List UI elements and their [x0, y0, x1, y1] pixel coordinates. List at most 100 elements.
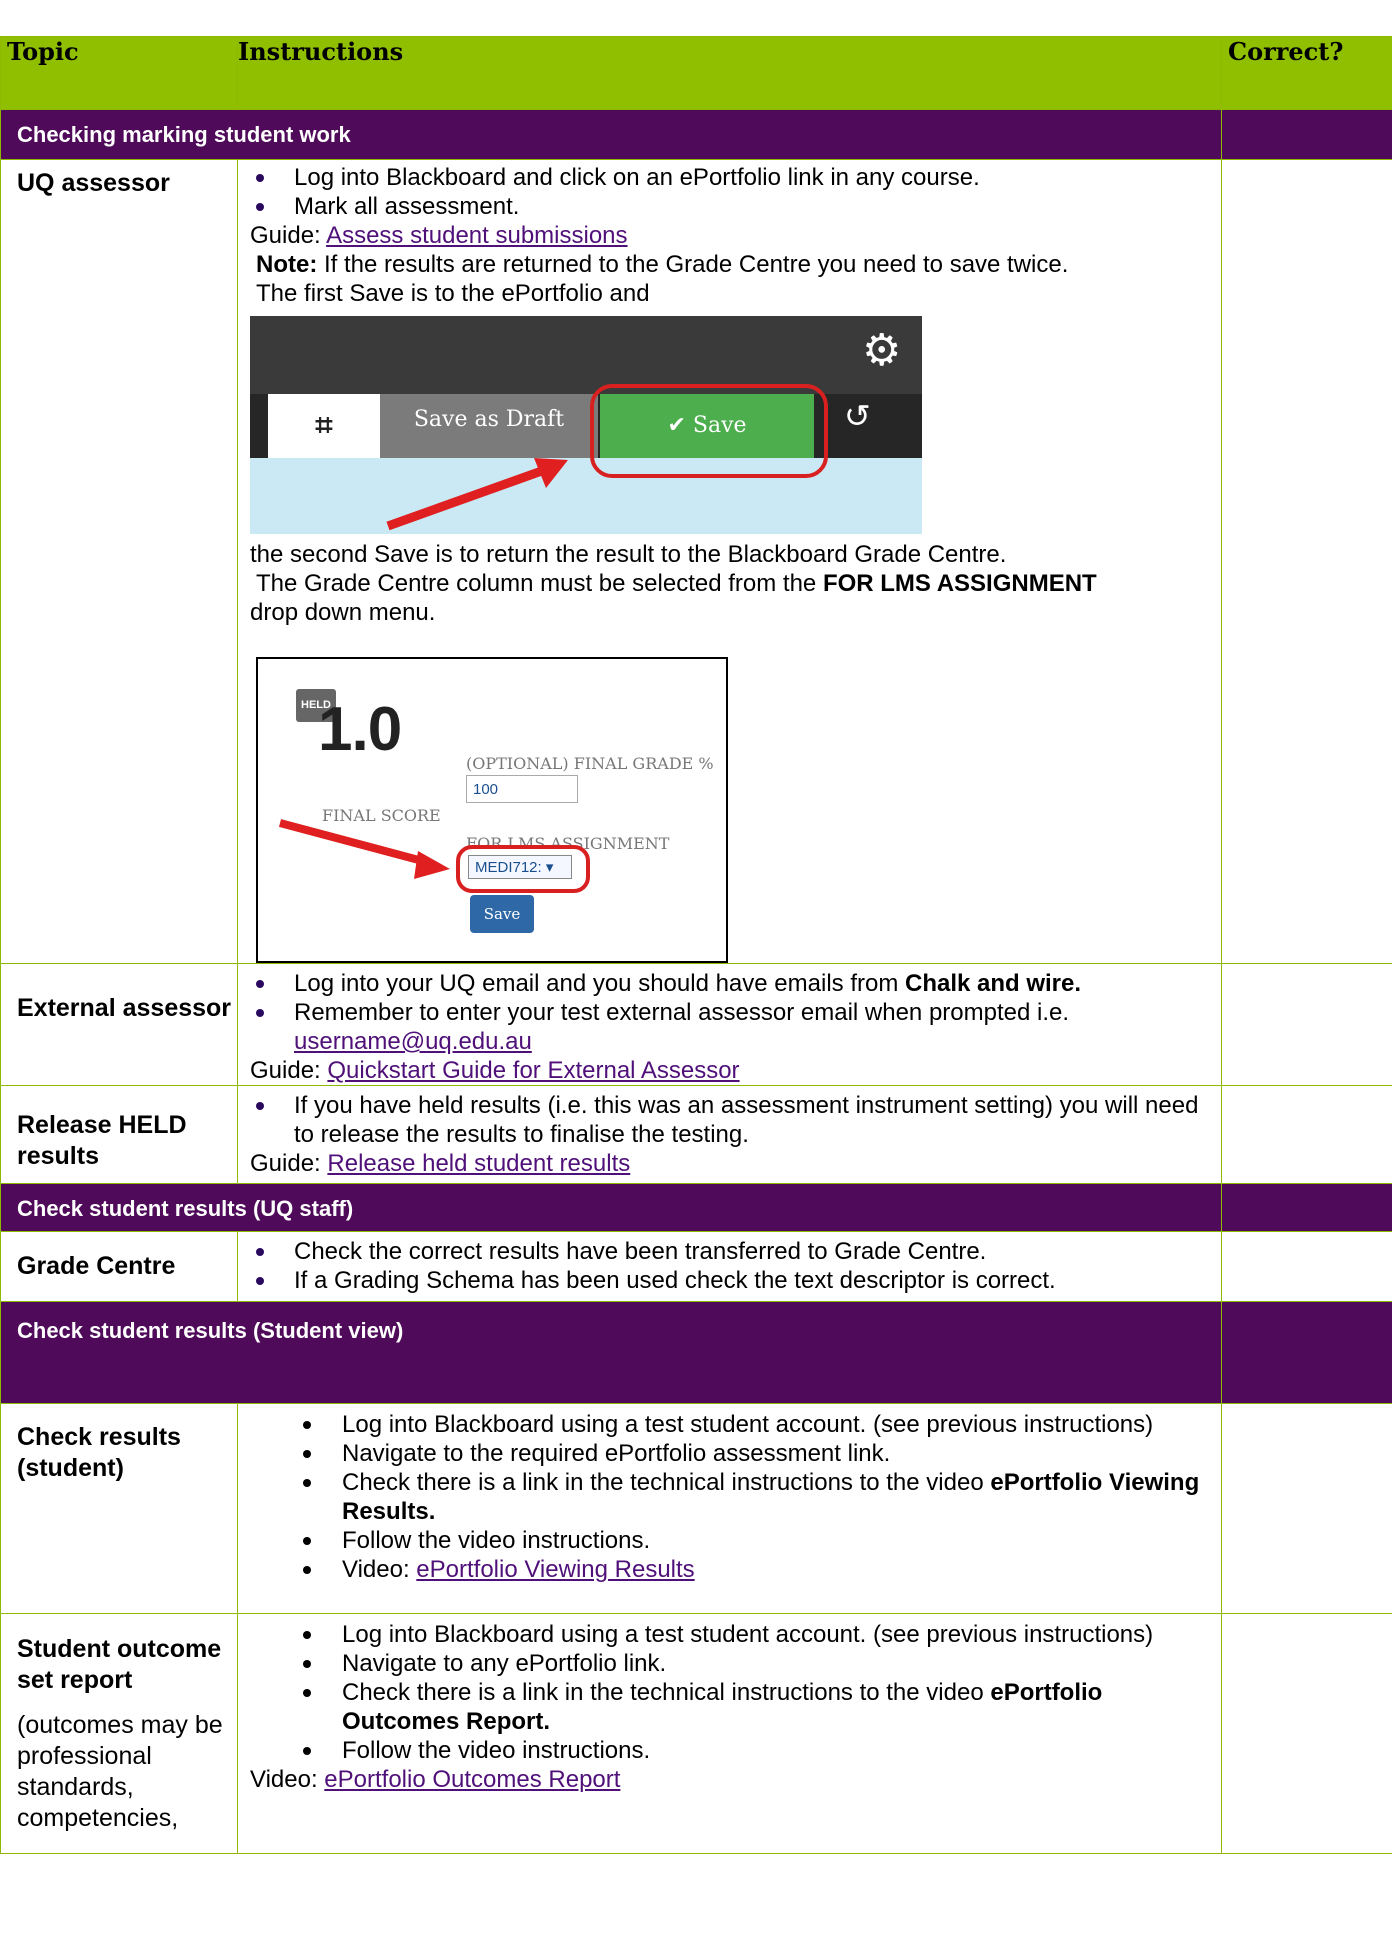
item-bold: Chalk and wire. — [904, 970, 1082, 997]
note-text: If the results are returned to the Grade… — [317, 251, 1069, 278]
instructions-cell: Log into Blackboard using a test student… — [237, 1613, 1222, 1854]
row-uq-assessor: UQ assessor Log into Blackboard and clic… — [0, 159, 1392, 964]
screenshot-save-toolbar: ⚙ ⌗ Save as Draft ✔ Save ↺ — [250, 316, 922, 534]
arrow-annotation — [386, 458, 568, 531]
arrow-annotation-2 — [278, 819, 450, 879]
video-line: Video: ePortfolio Outcomes Report — [250, 1765, 1221, 1794]
section-row-staff: Check student results (UQ staff) — [0, 1183, 1392, 1232]
topic-title: UQ assessor — [17, 169, 170, 197]
row-external-assessor: External assessor Log into your UQ email… — [0, 963, 1392, 1086]
list-item: Follow the video instructions. — [250, 1526, 1221, 1555]
item-text: Check there is a link in the technical i… — [342, 1679, 991, 1706]
correct-cell — [1221, 159, 1392, 964]
instructions-cell: Log into Blackboard and click on an ePor… — [237, 159, 1222, 964]
section-title-cell: Check student results (Student view) — [0, 1301, 1222, 1404]
list-item: Follow the video instructions. — [250, 1736, 1221, 1765]
checklist-table: Topic Instructions Correct? Checking mar… — [0, 36, 1392, 1854]
grade-column-text: The Grade Centre column must be selected… — [250, 569, 1221, 598]
second-save-text: the second Save is to return the result … — [250, 541, 1007, 568]
section-title-cell: Checking marking student work — [0, 109, 1222, 160]
document-page: Topic Instructions Correct? Checking mar… — [0, 0, 1392, 1950]
guide-link[interactable]: Quickstart Guide for External Assessor — [327, 1057, 739, 1084]
list-item: Log into Blackboard using a test student… — [250, 1620, 1221, 1649]
row-outcome-report: Student outcome set report (outcomes may… — [0, 1613, 1392, 1854]
correct-cell — [1221, 1403, 1392, 1614]
header-row: Topic Instructions Correct? — [0, 36, 1392, 110]
list-item: Navigate to the required ePortfolio asse… — [250, 1439, 1221, 1468]
section-title: Check student results (UQ staff) — [17, 1196, 354, 1221]
video-prefix: Video: — [250, 1766, 325, 1793]
grade-column-post: drop down menu. — [250, 599, 436, 626]
item-text: Remember to enter your test external ass… — [294, 999, 1070, 1026]
topic-cell: Release HELD results — [0, 1085, 238, 1184]
screenshot-final-grade: HELD 1.0 FINAL SCORE (OPTIONAL) FINAL GR… — [256, 657, 728, 963]
correct-cell — [1221, 963, 1392, 1086]
item-text: Log into your UQ email and you should ha… — [294, 970, 905, 997]
grade-column-pre: The Grade Centre column must be selected… — [256, 570, 823, 597]
note-line: Note: If the results are returned to the… — [250, 250, 1221, 279]
topic-title: Release HELD results — [17, 1111, 187, 1170]
note-label: Note: — [256, 251, 318, 278]
list-item: Check there is a link in the technical i… — [250, 1468, 1221, 1526]
first-save-text: The first Save is to the ePortfolio and — [256, 280, 650, 307]
list-item: Check the correct results have been tran… — [250, 1237, 1221, 1266]
video-prefix: Video: — [342, 1556, 417, 1583]
header-topic: Topic — [7, 37, 79, 66]
topic-title: Grade Centre — [17, 1252, 176, 1280]
video-link[interactable]: ePortfolio Outcomes Report — [324, 1766, 620, 1793]
instructions-cell: Check the correct results have been tran… — [237, 1231, 1222, 1302]
instructions-cell: If you have held results (i.e. this was … — [237, 1085, 1222, 1184]
topic-note: (outcomes may be professional standards,… — [17, 1711, 223, 1832]
list-item: Check there is a link in the technical i… — [250, 1678, 1221, 1736]
list-item: Video: ePortfolio Viewing Results — [250, 1555, 1221, 1584]
topic-cell: UQ assessor — [0, 159, 238, 964]
correct-cell — [1221, 1231, 1392, 1302]
instructions-cell: Log into Blackboard using a test student… — [237, 1403, 1222, 1614]
list-item: If a Grading Schema has been used check … — [250, 1266, 1221, 1295]
row-release-held: Release HELD results If you have held re… — [0, 1085, 1392, 1184]
video-link[interactable]: ePortfolio Viewing Results — [416, 1556, 694, 1583]
header-correct-cell: Correct? — [1221, 36, 1392, 110]
row-check-results: Check results (student) Log into Blackbo… — [0, 1403, 1392, 1614]
header-correct: Correct? — [1228, 37, 1344, 66]
guide-prefix: Guide: — [250, 222, 327, 249]
list-item: Log into Blackboard using a test student… — [250, 1410, 1221, 1439]
list-item: If you have held results (i.e. this was … — [250, 1091, 1221, 1149]
top-margin — [0, 0, 1392, 36]
section-row-marking: Checking marking student work — [0, 109, 1392, 160]
guide-line: Guide: Quickstart Guide for External Ass… — [250, 1056, 1221, 1085]
header-instructions-cell: Instructions — [237, 36, 1222, 110]
grade-column-bold: FOR LMS ASSIGNMENT — [822, 570, 1097, 597]
section-title-cell: Check student results (UQ staff) — [0, 1183, 1222, 1232]
topic-cell: Grade Centre — [0, 1231, 238, 1302]
header-topic-cell: Topic — [0, 36, 238, 110]
guide-link[interactable]: Release held student results — [327, 1150, 630, 1177]
guide-prefix: Guide: — [250, 1057, 328, 1084]
email-link[interactable]: username@uq.edu.au — [294, 1028, 532, 1055]
list-item: Log into your UQ email and you should ha… — [250, 969, 1221, 998]
guide-link[interactable]: Assess student submissions — [326, 222, 627, 249]
section-correct-cell — [1221, 1183, 1392, 1232]
list-item: Remember to enter your test external ass… — [250, 998, 1221, 1056]
topic-cell: Student outcome set report (outcomes may… — [0, 1613, 238, 1854]
item-text: Check there is a link in the technical i… — [342, 1469, 991, 1496]
guide-line: Guide: Assess student submissions — [250, 221, 1221, 250]
header-instructions: Instructions — [238, 37, 404, 66]
topic-title: Check results (student) — [17, 1423, 181, 1482]
guide-prefix: Guide: — [250, 1150, 328, 1177]
instructions-cell: Log into your UQ email and you should ha… — [237, 963, 1222, 1086]
list-item: Navigate to any ePortfolio link. — [250, 1649, 1221, 1678]
section-title: Check student results (Student view) — [17, 1318, 404, 1343]
list-item: Log into Blackboard and click on an ePor… — [250, 163, 1221, 192]
section-row-student: Check student results (Student view) — [0, 1301, 1392, 1404]
section-correct-cell — [1221, 1301, 1392, 1404]
topic-title: External assessor — [17, 994, 232, 1022]
list-item: Mark all assessment. — [250, 192, 1221, 221]
topic-cell: External assessor — [0, 963, 238, 1086]
section-correct-cell — [1221, 109, 1392, 160]
section-title: Checking marking student work — [17, 122, 351, 147]
topic-cell: Check results (student) — [0, 1403, 238, 1614]
guide-line: Guide: Release held student results — [250, 1149, 1221, 1178]
topic-title: Student outcome set report — [17, 1635, 222, 1694]
correct-cell — [1221, 1613, 1392, 1854]
